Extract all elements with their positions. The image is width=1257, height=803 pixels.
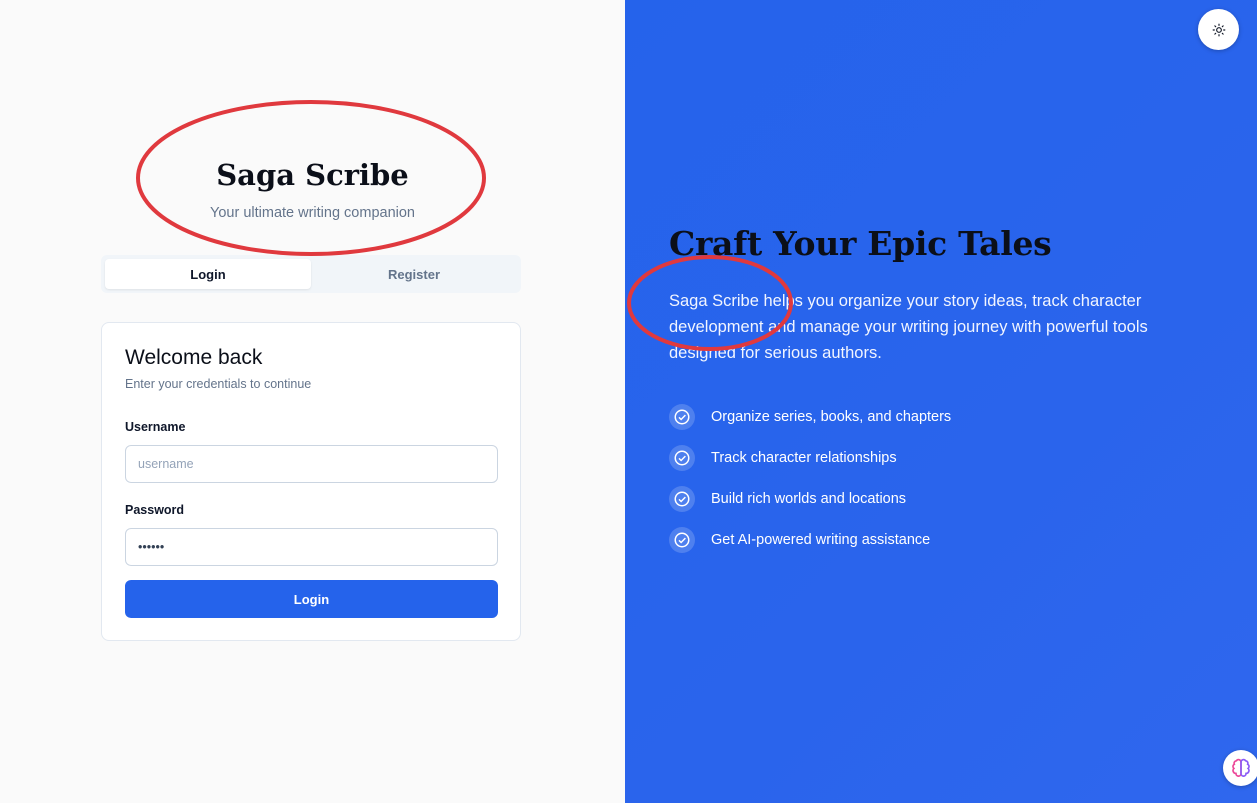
brain-icon (1231, 758, 1251, 778)
feature-list: Organize series, books, and chapters Tra… (669, 396, 951, 560)
login-card: Welcome back Enter your credentials to c… (101, 322, 521, 641)
sun-icon (1212, 23, 1226, 37)
username-input[interactable] (125, 445, 498, 483)
app-subtitle: Your ultimate writing companion (210, 205, 415, 221)
theme-toggle-button[interactable] (1198, 9, 1239, 50)
feature-item: Build rich worlds and locations (669, 478, 951, 519)
feature-label: Organize series, books, and chapters (711, 408, 952, 425)
feature-item: Track character relationships (669, 437, 951, 478)
check-circle-icon (669, 444, 695, 471)
feature-item: Organize series, books, and chapters (669, 396, 951, 437)
hero-description: Saga Scribe helps you organize your stor… (669, 292, 1148, 362)
hero-title: Craft Your Epic Tales (669, 224, 1052, 263)
login-button[interactable]: Login (125, 580, 498, 618)
check-circle-icon (669, 403, 695, 430)
auth-panel: Saga Scribe Your ultimate writing compan… (0, 0, 625, 803)
password-label: Password (125, 503, 185, 517)
auth-tabs: Login Register (101, 255, 521, 293)
tab-register[interactable]: Register (311, 259, 517, 289)
app-title: Saga Scribe (216, 158, 409, 192)
password-input[interactable] (125, 528, 498, 566)
feature-label: Track character relationships (711, 449, 897, 466)
feature-item: Get AI-powered writing assistance (669, 519, 951, 560)
check-circle-icon (669, 526, 695, 553)
feature-label: Get AI-powered writing assistance (711, 531, 931, 548)
tab-login[interactable]: Login (105, 259, 311, 289)
assistant-button[interactable] (1223, 750, 1257, 786)
check-circle-icon (669, 485, 695, 512)
card-title: Welcome back (125, 346, 263, 369)
feature-label: Build rich worlds and locations (711, 490, 907, 507)
username-label: Username (125, 420, 186, 434)
card-subtitle: Enter your credentials to continue (125, 377, 312, 391)
